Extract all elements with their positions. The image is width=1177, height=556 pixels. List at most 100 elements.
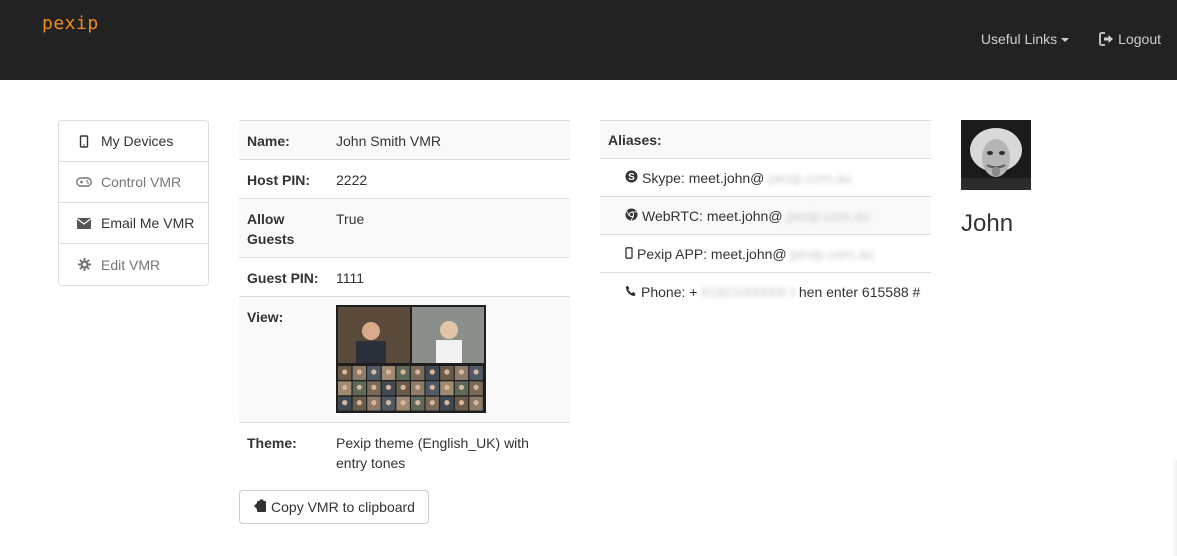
detail-key: Guest PIN: [239, 257, 328, 297]
participant-face [473, 369, 479, 375]
table-row: Name: John Smith VMR [239, 120, 570, 160]
sidebar-item-my-devices[interactable]: My Devices [59, 121, 208, 162]
participant-face [400, 384, 406, 390]
gamepad-icon [76, 174, 92, 190]
participant-face [444, 384, 450, 390]
logout-icon [1099, 32, 1114, 46]
aliases-header: Aliases: [600, 120, 931, 159]
participant-face [342, 400, 348, 406]
detail-key: Host PIN: [239, 159, 328, 199]
navbar-links: Useful Links Logout [981, 31, 1161, 47]
logout-link[interactable]: Logout [1099, 31, 1161, 47]
alias-skype[interactable]: S Skype: meet.john@ pexip.com.au [625, 168, 923, 188]
participant-face [385, 384, 392, 390]
clipboard-icon [253, 499, 267, 516]
chrome-icon [625, 206, 638, 226]
profile-name: John [961, 210, 1014, 237]
envelope-icon [76, 215, 92, 231]
top-navbar: pexip Useful Links Logout [0, 0, 1177, 80]
table-row: WebRTC: meet.john@ pexip.com.au [600, 196, 931, 235]
participant-face [429, 369, 435, 375]
participant-face [458, 400, 465, 406]
table-row: Theme: Pexip theme (English_UK) with ent… [239, 422, 570, 481]
detail-value: True [328, 198, 570, 258]
edge-shadow [1171, 460, 1177, 556]
participant-face [444, 400, 450, 406]
blurred-text: pexip.com.au [768, 170, 852, 186]
sidebar-menu: My Devices Control VMR Email Me VMR Edit… [58, 120, 209, 286]
logout-label: Logout [1118, 31, 1161, 47]
participant-face [400, 400, 406, 406]
alias-text-suffix: hen enter 615588 # [798, 284, 921, 300]
alias-text: Pexip APP: meet.john@ [637, 246, 787, 262]
participant-face [371, 400, 377, 406]
sidebar-item-edit-vmr[interactable]: Edit VMR [59, 244, 208, 285]
sidebar-item-label: Email Me VMR [101, 215, 195, 231]
table-row: Pexip APP: meet.john@ pexip.com.au [600, 234, 931, 273]
participant-face [458, 384, 465, 390]
alias-phone[interactable]: Phone: +61821000000 t hen enter 615588 # [625, 282, 923, 302]
participant-face [342, 369, 348, 375]
copy-vmr-button[interactable]: Copy VMR to clipboard [239, 490, 429, 524]
participant-face [473, 400, 479, 406]
sidebar-item-label: Control VMR [101, 174, 182, 190]
alias-pexip-app[interactable]: Pexip APP: meet.john@ pexip.com.au [625, 244, 923, 264]
gear-icon [76, 257, 92, 273]
detail-value: 2222 [328, 159, 570, 199]
table-row: Phone: +61821000000 t hen enter 615588 # [600, 272, 931, 310]
participant-face [429, 384, 435, 390]
participant-face [356, 369, 362, 375]
blurred-text: 61821000000 t [701, 284, 795, 300]
detail-key: View: [239, 296, 328, 423]
phone-icon [625, 282, 637, 302]
table-row: Aliases: [600, 120, 931, 159]
vmr-details-table: Name: John Smith VMR Host PIN: 2222 Allo… [239, 120, 570, 481]
detail-value: John Smith VMR [328, 120, 570, 160]
participant-face [415, 369, 421, 375]
participant-face [385, 369, 392, 375]
alias-text: Phone: + [641, 284, 698, 300]
useful-links-label: Useful Links [980, 31, 1058, 47]
participant-face [458, 369, 465, 375]
blurred-text: pexip.com.au [786, 208, 870, 224]
participant-face [356, 400, 362, 406]
participant-face [444, 369, 450, 375]
detail-key: Allow Guests [239, 198, 328, 258]
table-row: View: [239, 296, 570, 423]
layout-preview-image [336, 305, 486, 413]
copy-vmr-label: Copy VMR to clipboard [271, 499, 415, 515]
caret-down-icon [1061, 38, 1070, 42]
pexip-logo[interactable]: pexip [42, 13, 99, 34]
participant-face [356, 384, 362, 390]
aliases-table: Aliases: S Skype: meet.john@ pexip.com.au… [600, 120, 931, 310]
svg-text:S: S [628, 172, 635, 183]
mobile-icon [76, 133, 92, 149]
table-row: Host PIN: 2222 [239, 159, 570, 199]
participant-face [429, 400, 435, 406]
avatar [961, 120, 1031, 190]
detail-value: Pexip theme (English_UK) with entry tone… [328, 422, 570, 481]
detail-key: Name: [239, 120, 328, 160]
participant-face [400, 369, 406, 375]
alias-text: Skype: meet.john@ [642, 170, 765, 186]
participant-face [385, 400, 392, 406]
sidebar-item-label: My Devices [101, 133, 174, 149]
detail-key: Theme: [239, 422, 328, 481]
table-row: S Skype: meet.john@ pexip.com.au [600, 158, 931, 197]
participant-face [371, 384, 377, 390]
alias-webrtc[interactable]: WebRTC: meet.john@ pexip.com.au [625, 206, 923, 226]
participant-face [342, 384, 348, 390]
participant-face [371, 369, 377, 375]
participant-face [415, 384, 421, 390]
participant-face [415, 400, 421, 406]
mobile-icon [625, 244, 633, 264]
alias-text: WebRTC: meet.john@ [642, 208, 783, 224]
table-row: Guest PIN: 1111 [239, 257, 570, 297]
useful-links-dropdown[interactable]: Useful Links [980, 31, 1070, 47]
sidebar-item-control-vmr[interactable]: Control VMR [59, 162, 208, 203]
sidebar-item-email-me-vmr[interactable]: Email Me VMR [59, 203, 208, 244]
table-row: Allow Guests True [239, 198, 570, 258]
blurred-text: pexip.com.au [790, 246, 874, 262]
participant-face [473, 384, 479, 390]
sidebar-item-label: Edit VMR [101, 256, 161, 273]
